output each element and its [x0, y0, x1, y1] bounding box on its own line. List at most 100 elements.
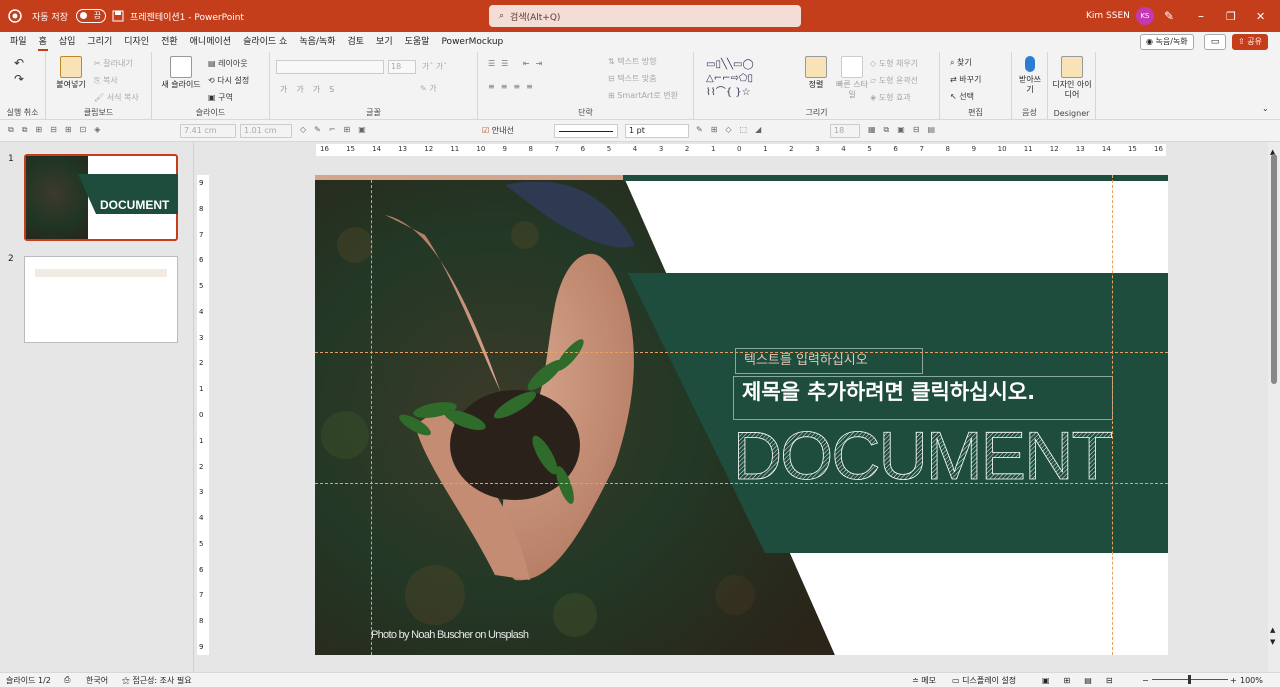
view-buttons[interactable]: ▣⊞▤⊟	[1042, 676, 1127, 685]
tab-design[interactable]: 디자인	[118, 32, 155, 52]
language-indicator[interactable]: 한국어	[86, 675, 108, 686]
tab-draw[interactable]: 그리기	[81, 32, 118, 52]
shape-format-icons[interactable]: ◇✎⌐⊞▣	[300, 125, 374, 134]
line-color-icons[interactable]: ✎⊞◇⬚◢	[696, 125, 769, 134]
display-settings-button[interactable]: ▭ 디스플레이 설정	[952, 675, 1016, 686]
save-icon[interactable]	[112, 0, 124, 32]
scroll-thumb[interactable]	[1271, 154, 1277, 384]
spellcheck-icon[interactable]: ⎙	[64, 675, 70, 685]
arrange-tools-icons[interactable]: ⧉⧉⊞⊟⊞⊡◈	[8, 125, 108, 135]
format-painter-button[interactable]: 🖌 서식 복사	[94, 92, 139, 103]
shape-outline-button[interactable]: ▱ 도형 윤곽선	[870, 75, 918, 86]
guide-line[interactable]	[315, 352, 1168, 353]
tab-animations[interactable]: 애니메이션	[184, 32, 237, 52]
zoom-out-icon[interactable]: −	[1142, 676, 1149, 685]
tab-file[interactable]: 파일	[4, 32, 33, 52]
tab-home[interactable]: 홈	[33, 32, 53, 52]
format-fontsize-field[interactable]: 18	[830, 124, 860, 138]
scroll-up-page-icon[interactable]: ▲	[1270, 626, 1275, 634]
ruler-tick-label: 14	[372, 145, 382, 153]
shape-fill-button[interactable]: ◇ 도형 채우기	[870, 58, 918, 69]
slide-thumbnail-1[interactable]: DOCUMENT	[24, 154, 178, 241]
misc-format-icons[interactable]: ▦⧉▣⊟▤	[868, 125, 943, 135]
ruler-tick-label: 2	[789, 145, 794, 153]
cut-button[interactable]: ✂ 잘라내기	[94, 58, 133, 69]
tab-view[interactable]: 보기	[370, 32, 399, 52]
text-direction-button[interactable]: ⇅ 텍스트 방향	[608, 56, 657, 67]
headline-text[interactable]: DOCUMENT	[731, 419, 1121, 489]
zoom-slider[interactable]	[1152, 675, 1228, 684]
font-color-icon[interactable]: ✎ 가	[420, 83, 437, 94]
zoom-in-icon[interactable]: +	[1230, 676, 1237, 685]
title-placeholder[interactable]: 제목을 추가하려면 클릭하십시오.	[733, 376, 1113, 420]
dictate-button[interactable]: 받아쓰기	[1016, 56, 1044, 95]
tab-record[interactable]: 녹음/녹화	[293, 32, 341, 52]
search-box[interactable]: ⌕ 검색(Alt+Q)	[489, 5, 801, 27]
replace-button[interactable]: ⇄ 바꾸기	[950, 74, 981, 85]
record-button[interactable]: ◉ 녹음/녹화	[1140, 34, 1194, 50]
copy-button[interactable]: ⎘ 복사	[94, 75, 118, 86]
reset-button[interactable]: ⟲ 다시 설정	[208, 75, 249, 86]
ruler-tick-label: 0	[737, 145, 742, 153]
shapes-gallery[interactable]: ▭▯╲╲▭◯ △⌐⌐⇨⬠▯ ⌇⌇⌒{ }☆	[706, 58, 794, 102]
redo-icon[interactable]: ↷	[14, 72, 24, 86]
guides-checkbox[interactable]: ☑ 안내선	[482, 125, 514, 136]
close-icon[interactable]: ✕	[1256, 0, 1265, 32]
tab-help[interactable]: 도움말	[399, 32, 436, 52]
font-grow-icon[interactable]: 가ˆ 가ˇ	[422, 61, 447, 72]
shape-width-field[interactable]: 7.41 cm	[180, 124, 236, 138]
restore-icon[interactable]: ❐	[1226, 0, 1236, 32]
share-button[interactable]: ⇪ 공유	[1232, 34, 1268, 50]
undo-icon[interactable]: ↶	[14, 56, 24, 70]
tab-insert[interactable]: 삽입	[53, 32, 82, 52]
tab-transitions[interactable]: 전환	[155, 32, 184, 52]
slide-canvas[interactable]: 텍스트를 입력하십시오 제목을 추가하려면 클릭하십시오. DOCUMENT P…	[315, 175, 1168, 655]
arrange-button[interactable]: 정렬	[798, 56, 834, 90]
quick-styles-button[interactable]: 빠른 스타일	[834, 56, 870, 100]
paste-button[interactable]: 붙여넣기	[52, 56, 90, 90]
zoom-slider-handle[interactable]	[1188, 675, 1191, 684]
line-style-select[interactable]	[554, 124, 618, 138]
slide-thumbnail-2[interactable]	[24, 256, 178, 343]
find-button[interactable]: ⌕ 찾기	[950, 57, 972, 68]
guide-line[interactable]	[371, 175, 372, 655]
tab-slideshow[interactable]: 슬라이드 쇼	[237, 32, 293, 52]
guide-line[interactable]	[315, 483, 1168, 484]
scroll-down-icon[interactable]: ▼	[1270, 638, 1275, 646]
list-icons[interactable]: ☰☰ ⇤⇥	[488, 59, 548, 68]
shape-height-field[interactable]: 1.01 cm	[240, 124, 292, 138]
design-ideas-button[interactable]: 디자인 아이디어	[1052, 56, 1092, 100]
smartart-button[interactable]: ⊞ SmartArt로 변환	[608, 90, 678, 101]
align-text-button[interactable]: ⊟ 텍스트 맞춤	[608, 73, 657, 84]
font-style-buttons[interactable]: 가가가S	[280, 84, 343, 95]
ruler-tick-label: 8	[945, 145, 950, 153]
shape-effects-button[interactable]: ◈ 도형 효과	[870, 92, 911, 103]
section-button[interactable]: ▣ 구역	[208, 92, 233, 103]
notes-button[interactable]: ≐ 메모	[912, 675, 936, 686]
comments-icon[interactable]: ▭	[1204, 34, 1226, 50]
quick-format-bar: ⧉⧉⊞⊟⊞⊡◈ 7.41 cm 1.01 cm ◇✎⌐⊞▣ ☑ 안내선 1 pt…	[0, 120, 1280, 142]
undo-group: ↶ ↷ 실행 취소	[0, 52, 46, 120]
tab-review[interactable]: 검토	[341, 32, 370, 52]
pen-icon[interactable]: ✎	[1164, 0, 1174, 32]
minimize-icon[interactable]: –	[1198, 0, 1204, 32]
ruler-tick-label: 7	[199, 230, 204, 239]
avatar[interactable]: KS	[1135, 7, 1154, 25]
font-family-select[interactable]	[276, 60, 384, 74]
guide-line[interactable]	[1112, 175, 1113, 655]
align-icons[interactable]: ≡≡≡≡	[488, 82, 539, 91]
layout-button[interactable]: ▤ 레이아웃	[208, 58, 248, 69]
zoom-level[interactable]: 100%	[1240, 676, 1263, 685]
font-size-select[interactable]: 18	[388, 60, 416, 74]
tab-powermockup[interactable]: PowerMockup	[435, 32, 509, 52]
new-slide-button[interactable]: 새 슬라이드	[156, 56, 206, 90]
ruler-tick-label: 8	[528, 145, 533, 153]
collapse-ribbon-icon[interactable]: ⌄	[1262, 104, 1269, 113]
accessibility-status[interactable]: ⚝ 접근성: 조사 필요	[122, 675, 192, 686]
autosave-toggle[interactable]: 끔	[75, 9, 106, 23]
line-weight-select[interactable]: 1 pt	[625, 124, 689, 138]
select-button[interactable]: ↖ 선택	[950, 91, 974, 102]
designer-group-label: Designer	[1053, 109, 1090, 118]
vertical-scrollbar[interactable]: ▲ ▲ ▼	[1268, 142, 1280, 672]
user-name[interactable]: Kim SSEN	[1086, 11, 1130, 21]
